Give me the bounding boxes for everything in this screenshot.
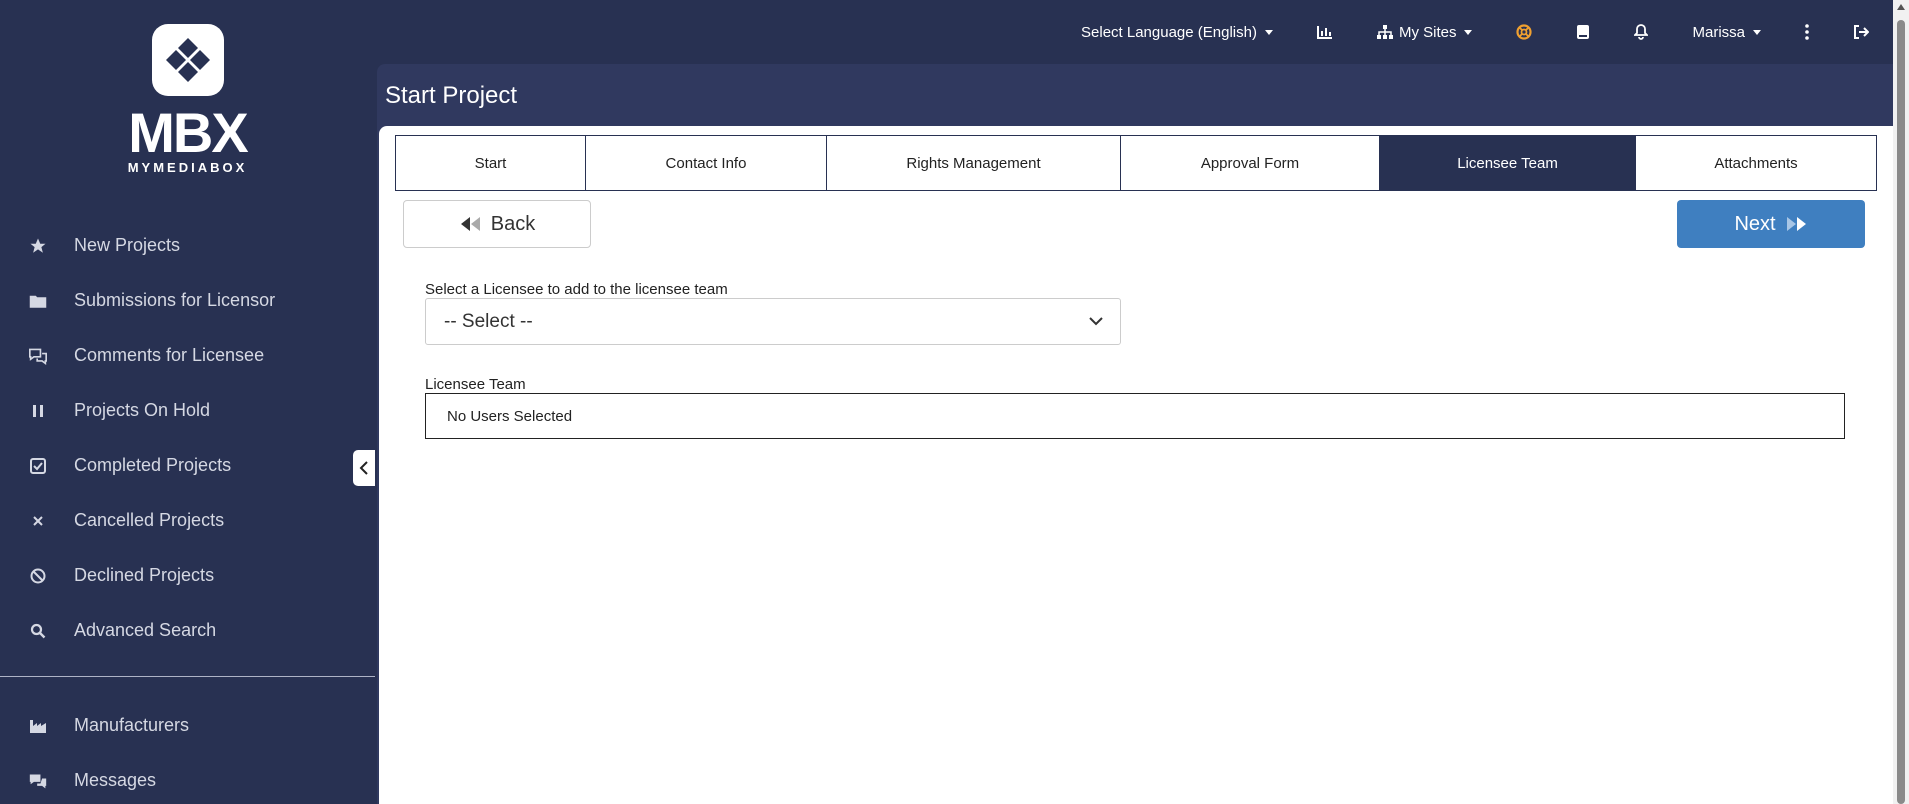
next-button-label: Next	[1734, 212, 1776, 235]
sidebar-item-label: Projects On Hold	[74, 400, 211, 420]
chart-icon	[1316, 26, 1332, 39]
my-sites-dropdown[interactable]: My Sites	[1376, 23, 1473, 41]
chart-button[interactable]	[1316, 25, 1333, 39]
main-panel: Start Project Start Contact Info Rights …	[377, 64, 1893, 804]
language-dropdown[interactable]: Select Language (English)	[1081, 24, 1273, 41]
star-icon	[28, 236, 48, 256]
tab-attachments[interactable]: Attachments	[1636, 136, 1876, 190]
logout-button[interactable]	[1853, 25, 1869, 39]
logo-badge-icon	[151, 24, 224, 96]
licensee-select-value: -- Select --	[444, 310, 533, 332]
sidebar-item-on-hold[interactable]: Projects On Hold	[0, 383, 375, 438]
licensee-team-label: Licensee Team	[425, 376, 526, 393]
sidebar-item-messages[interactable]: Messages	[0, 753, 375, 804]
my-sites-label: My Sites	[1398, 23, 1457, 41]
sidebar-item-label: Completed Projects	[74, 455, 232, 475]
kebab-menu-icon	[1805, 24, 1809, 40]
help-button[interactable]	[1516, 24, 1533, 40]
comments-icon	[28, 346, 48, 366]
logo-subtext: MYMEDIABOX	[127, 160, 248, 175]
sidebar-item-comments[interactable]: Comments for Licensee	[0, 328, 375, 383]
sidebar-divider	[0, 676, 375, 677]
sitemap-icon	[1376, 25, 1393, 39]
pause-icon	[28, 401, 48, 421]
industry-icon	[28, 716, 48, 736]
sidebar-item-declined[interactable]: Declined Projects	[0, 548, 375, 603]
next-button[interactable]: Next	[1677, 200, 1865, 248]
backward-icon	[460, 217, 480, 231]
check-square-icon	[28, 456, 48, 476]
messages-icon	[28, 771, 48, 791]
sidebar-item-completed[interactable]: Completed Projects	[0, 438, 375, 493]
sidebar-item-submissions[interactable]: Submissions for Licensor	[0, 273, 375, 328]
chevron-down-icon	[1089, 317, 1103, 326]
notifications-button[interactable]	[1634, 24, 1649, 40]
user-menu[interactable]: Marissa	[1692, 24, 1761, 41]
content-card: Start Contact Info Rights Management App…	[379, 126, 1893, 804]
caret-down-icon	[1264, 29, 1273, 35]
x-icon	[28, 511, 48, 531]
sidebar: MBX MYMEDIABOX New Projects Submissions …	[0, 0, 375, 804]
sidebar-collapse-button[interactable]	[353, 450, 375, 486]
tab-rights-management[interactable]: Rights Management	[827, 136, 1121, 190]
sidebar-nav: New Projects Submissions for Licensor Co…	[0, 218, 375, 658]
lifebuoy-icon	[1516, 24, 1533, 40]
language-label: Select Language (English)	[1081, 23, 1257, 41]
user-name: Marissa	[1692, 23, 1745, 41]
book-button[interactable]	[1576, 24, 1590, 40]
tab-contact-info[interactable]: Contact Info	[586, 136, 827, 190]
wizard-tabs: Start Contact Info Rights Management App…	[395, 135, 1877, 191]
sidebar-item-label: New Projects	[74, 235, 181, 255]
logo[interactable]: MBX MYMEDIABOX	[0, 24, 375, 175]
licensee-select-label: Select a Licensee to add to the licensee…	[425, 281, 728, 298]
licensee-team-value: No Users Selected	[447, 407, 573, 425]
book-icon	[1577, 25, 1590, 39]
caret-down-icon	[1464, 29, 1473, 35]
ban-icon	[28, 566, 48, 586]
sidebar-item-manufacturers[interactable]: Manufacturers	[0, 698, 375, 753]
tab-licensee-team[interactable]: Licensee Team	[1380, 136, 1636, 190]
licensee-select[interactable]: -- Select --	[425, 298, 1121, 345]
sidebar-item-label: Declined Projects	[74, 565, 215, 585]
folder-icon	[28, 291, 48, 311]
sidebar-item-new-projects[interactable]: New Projects	[0, 218, 375, 273]
sidebar-item-cancelled[interactable]: Cancelled Projects	[0, 493, 375, 548]
sidebar-item-label: Submissions for Licensor	[74, 290, 276, 310]
sidebar-item-label: Cancelled Projects	[74, 510, 225, 530]
licensee-team-box: No Users Selected	[425, 393, 1845, 439]
top-bar: Select Language (English) My Sites Maris…	[375, 0, 1893, 64]
back-button-label: Back	[490, 212, 536, 235]
tab-approval-form[interactable]: Approval Form	[1121, 136, 1380, 190]
logout-icon	[1854, 25, 1869, 39]
caret-down-icon	[1753, 29, 1761, 35]
bell-icon	[1634, 24, 1649, 40]
chevron-left-icon	[359, 461, 368, 475]
sidebar-nav-secondary: Manufacturers Messages	[0, 698, 375, 804]
more-menu-button[interactable]	[1805, 24, 1809, 40]
sidebar-item-label: Advanced Search	[74, 620, 217, 640]
back-button[interactable]: Back	[403, 200, 591, 248]
scroll-up-icon[interactable]	[1897, 4, 1905, 10]
search-icon	[28, 621, 48, 641]
sidebar-item-advanced-search[interactable]: Advanced Search	[0, 603, 375, 658]
scrollbar[interactable]	[1893, 0, 1909, 804]
sidebar-item-label: Messages	[74, 770, 157, 790]
tab-start[interactable]: Start	[396, 136, 586, 190]
scroll-thumb[interactable]	[1897, 20, 1905, 804]
forward-icon	[1786, 217, 1806, 231]
page-title: Start Project	[385, 82, 518, 109]
sidebar-item-label: Manufacturers	[74, 715, 190, 735]
logo-text: MBX	[128, 101, 248, 164]
sidebar-item-label: Comments for Licensee	[74, 345, 265, 365]
